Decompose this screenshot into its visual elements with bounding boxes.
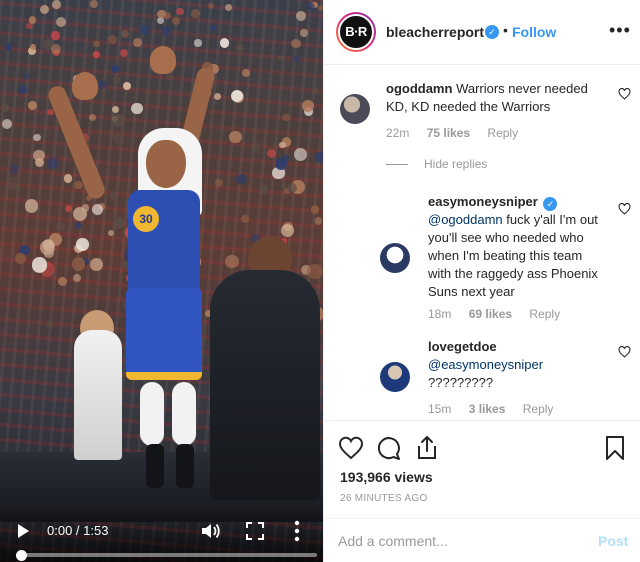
player-right-sock xyxy=(176,444,194,488)
player-jersey xyxy=(128,190,200,292)
comment-bubble-icon[interactable] xyxy=(376,435,402,461)
reply-time: 15m xyxy=(428,402,452,416)
like-heart-icon[interactable] xyxy=(338,435,364,461)
current-time: 0:00 xyxy=(47,523,73,538)
player-left-sock xyxy=(146,444,164,488)
reply-text: ????????? xyxy=(428,375,494,390)
reply-reply-button[interactable]: Reply xyxy=(529,307,560,321)
verified-badge-icon: ✓ xyxy=(543,197,558,211)
like-comment-heart-icon[interactable] xyxy=(618,88,631,100)
player-right-hand xyxy=(150,46,176,74)
author-avatar-logo: B·R xyxy=(338,14,374,50)
post-header: B·R bleacherreport ✓ • Follow ••• xyxy=(324,0,640,65)
video-controls: 0:00 / 1:53 xyxy=(0,510,323,562)
comment-meta: 22m 75 likes Reply xyxy=(386,126,532,140)
video-frame: 30 xyxy=(0,0,323,562)
commenter-avatar[interactable] xyxy=(340,94,370,124)
reply-body: easymoneysniper ✓ @ogoddamn fuck y'all I… xyxy=(428,193,608,301)
reply-body: lovegetdoe @easymoneysniper ????????? xyxy=(428,338,608,392)
more-options-icon[interactable]: ••• xyxy=(609,21,631,39)
comment-reply-button[interactable]: Reply xyxy=(487,126,518,140)
reply-time: 18m xyxy=(428,307,452,321)
duration: 1:53 xyxy=(83,523,109,538)
reply-reply-button[interactable]: Reply xyxy=(523,402,554,416)
video-player[interactable]: 30 0:00 / 1:53 xyxy=(0,0,323,562)
player-left-leg xyxy=(140,382,164,446)
video-time: 0:00 / 1:53 xyxy=(47,523,108,538)
reply-username[interactable]: lovegetdoe xyxy=(428,339,497,354)
fullscreen-icon[interactable] xyxy=(246,522,264,540)
share-icon[interactable] xyxy=(414,435,440,461)
video-scrubber-handle[interactable] xyxy=(16,550,27,561)
player-left-arm xyxy=(45,83,108,202)
header-separator-dot: • xyxy=(503,22,508,38)
post-actions: 193,966 views 26 MINUTES AGO xyxy=(324,420,640,515)
reply-avatar[interactable] xyxy=(380,362,410,392)
reply-meta: 18m 69 likes Reply xyxy=(428,307,574,321)
reply-mention[interactable]: @easymoneysniper xyxy=(428,357,543,372)
comment-likes[interactable]: 75 likes xyxy=(427,126,470,140)
player-right-leg xyxy=(172,382,196,446)
comment-body: ogoddamn Warriors never needed KD, KD ne… xyxy=(386,80,606,116)
comment-time: 22m xyxy=(386,126,410,140)
reply-likes[interactable]: 69 likes xyxy=(469,307,512,321)
reply-meta: 15m 3 likes Reply xyxy=(428,402,567,416)
reply-likes[interactable]: 3 likes xyxy=(469,402,506,416)
play-icon[interactable] xyxy=(18,524,29,538)
view-count[interactable]: 193,966 views xyxy=(340,469,433,485)
like-reply-heart-icon[interactable] xyxy=(618,346,631,358)
posted-timestamp: 26 MINUTES AGO xyxy=(340,493,428,504)
like-reply-heart-icon[interactable] xyxy=(618,203,631,215)
follow-button[interactable]: Follow xyxy=(512,24,556,40)
author-avatar[interactable]: B·R xyxy=(336,12,376,52)
verified-badge-icon: ✓ xyxy=(485,25,499,39)
volume-icon[interactable] xyxy=(200,521,222,541)
author-username[interactable]: bleacherreport xyxy=(386,24,484,40)
video-progress-bar[interactable] xyxy=(22,553,317,557)
video-options-icon[interactable] xyxy=(293,520,301,542)
player-left-hand xyxy=(72,72,98,100)
reply-mention[interactable]: @ogoddamn xyxy=(428,212,503,227)
post-comment-button[interactable]: Post xyxy=(598,533,628,549)
hide-replies-button[interactable]: Hide replies xyxy=(424,157,487,171)
player-head xyxy=(146,140,186,188)
reply-avatar[interactable] xyxy=(380,243,410,273)
reply-username[interactable]: easymoneysniper xyxy=(428,194,538,209)
hide-replies-line xyxy=(386,164,408,165)
basketball-player: 30 xyxy=(0,0,323,562)
save-bookmark-icon[interactable] xyxy=(602,435,628,461)
player-shorts xyxy=(126,288,202,380)
time-separator: / xyxy=(72,523,84,538)
jersey-number: 30 xyxy=(133,206,159,232)
post-sidebar: B·R bleacherreport ✓ • Follow ••• ogodda… xyxy=(323,0,640,562)
comment-username[interactable]: ogoddamn xyxy=(386,81,452,96)
comment-input[interactable] xyxy=(338,531,568,551)
add-comment-bar: Post xyxy=(324,518,640,562)
